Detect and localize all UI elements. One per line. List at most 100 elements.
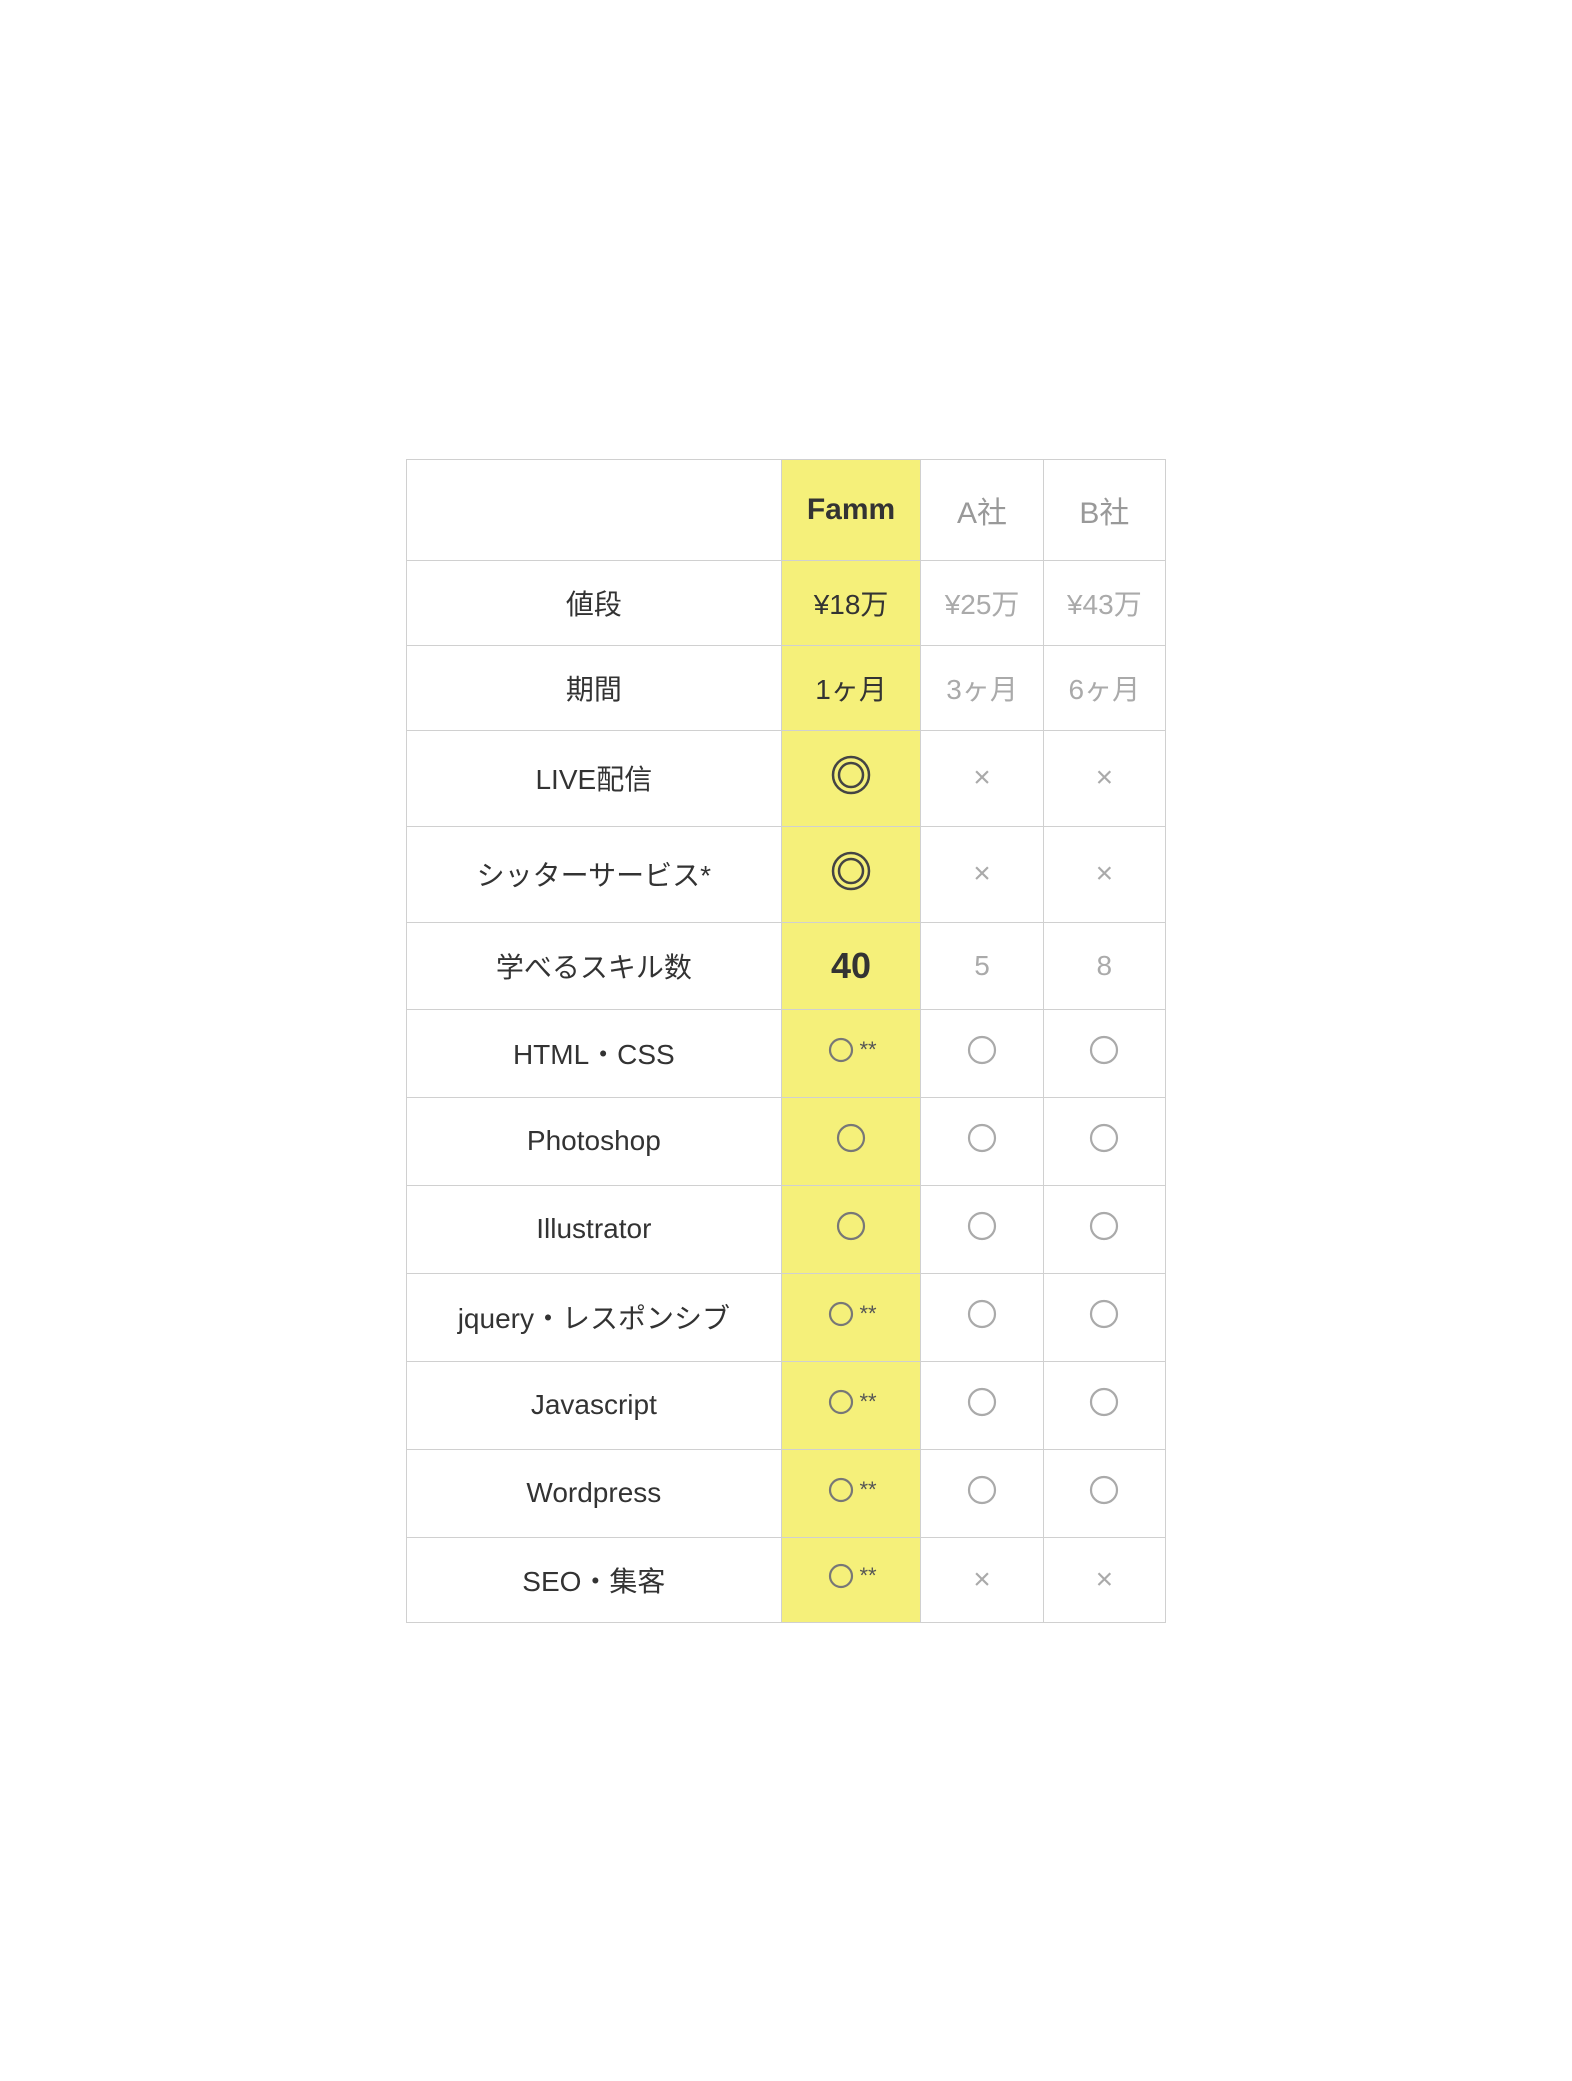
circle-stars-icon: ** (825, 1560, 876, 1592)
other-text-value: 3ヶ月 (946, 674, 1018, 705)
cross-icon: × (1096, 1563, 1114, 1596)
table-row: Photoshop (407, 1097, 1166, 1185)
col-a-cell (921, 1361, 1043, 1449)
famm-text-value: 1ヶ月 (815, 674, 887, 705)
table-row: Javascript ** (407, 1361, 1166, 1449)
circle-stars-icon: ** (825, 1034, 876, 1066)
double-circle-icon (829, 849, 873, 893)
table-row: LIVE配信 × × (407, 730, 1166, 826)
table-row: 学べるスキル数 40 5 8 (407, 922, 1166, 1009)
circle-stars-icon: ** (825, 1298, 876, 1330)
cross-icon: × (973, 1563, 991, 1596)
table-row: 値段 ¥18万 ¥25万 ¥43万 (407, 560, 1166, 645)
other-text-value: 8 (1097, 950, 1113, 981)
other-text-value: 6ヶ月 (1069, 674, 1141, 705)
header-famm: Famm (781, 459, 921, 560)
comparison-table-wrapper: Famm A社 B社 値段¥18万¥25万¥43万期間1ヶ月3ヶ月6ヶ月LIVE… (406, 459, 1166, 1623)
col-b-cell (1043, 1185, 1165, 1273)
row-label: Wordpress (407, 1449, 782, 1537)
circle-icon (964, 1219, 1000, 1250)
row-label: 値段 (407, 560, 782, 645)
row-label: HTML・CSS (407, 1009, 782, 1097)
col-a-cell (921, 1273, 1043, 1361)
other-text-value: ¥43万 (1067, 589, 1142, 620)
famm-cell: ** (781, 1449, 921, 1537)
circle-icon (964, 1043, 1000, 1074)
circle-stars-icon: ** (825, 1474, 876, 1506)
col-b-cell: ¥43万 (1043, 560, 1165, 645)
col-a-cell: 5 (921, 922, 1043, 1009)
cross-icon: × (973, 761, 991, 794)
cross-icon: × (973, 857, 991, 890)
circle-icon (964, 1483, 1000, 1514)
row-label: Illustrator (407, 1185, 782, 1273)
famm-cell: 40 (781, 922, 921, 1009)
circle-icon (1086, 1483, 1122, 1514)
table-row: Illustrator (407, 1185, 1166, 1273)
famm-cell: ** (781, 1273, 921, 1361)
header-row: Famm A社 B社 (407, 459, 1166, 560)
col-b-cell (1043, 1273, 1165, 1361)
table-row: Wordpress ** (407, 1449, 1166, 1537)
header-col-b: B社 (1043, 459, 1165, 560)
col-b-cell: 6ヶ月 (1043, 645, 1165, 730)
other-text-value: 5 (974, 950, 990, 981)
circle-icon (964, 1395, 1000, 1426)
col-b-cell (1043, 1361, 1165, 1449)
circle-icon (833, 1131, 869, 1162)
row-label: 学べるスキル数 (407, 922, 782, 1009)
cross-icon: × (1096, 857, 1114, 890)
famm-cell: ** (781, 1537, 921, 1622)
circle-icon (964, 1307, 1000, 1338)
circle-icon (964, 1131, 1000, 1162)
circle-icon (1086, 1219, 1122, 1250)
famm-cell: ** (781, 1361, 921, 1449)
comparison-table: Famm A社 B社 値段¥18万¥25万¥43万期間1ヶ月3ヶ月6ヶ月LIVE… (406, 459, 1166, 1623)
col-a-cell: × (921, 1537, 1043, 1622)
circle-icon (1086, 1043, 1122, 1074)
col-b-cell (1043, 1009, 1165, 1097)
row-label: Photoshop (407, 1097, 782, 1185)
famm-bold-value: 40 (831, 945, 871, 986)
col-b-cell: × (1043, 1537, 1165, 1622)
table-row: SEO・集客 ** × × (407, 1537, 1166, 1622)
col-b-cell (1043, 1449, 1165, 1537)
other-text-value: ¥25万 (945, 589, 1020, 620)
col-a-cell (921, 1185, 1043, 1273)
col-a-cell (921, 1097, 1043, 1185)
col-a-cell (921, 1009, 1043, 1097)
row-label: シッターサービス* (407, 826, 782, 922)
col-b-cell: × (1043, 730, 1165, 826)
table-row: HTML・CSS ** (407, 1009, 1166, 1097)
circle-stars-icon: ** (825, 1386, 876, 1418)
famm-text-value: ¥18万 (814, 589, 889, 620)
col-b-cell (1043, 1097, 1165, 1185)
cross-icon: × (1096, 761, 1114, 794)
famm-cell (781, 730, 921, 826)
col-a-cell: 3ヶ月 (921, 645, 1043, 730)
circle-icon (1086, 1131, 1122, 1162)
table-row: jquery・レスポンシブ ** (407, 1273, 1166, 1361)
famm-cell: ¥18万 (781, 560, 921, 645)
row-label: LIVE配信 (407, 730, 782, 826)
double-circle-icon (829, 753, 873, 797)
row-label: Javascript (407, 1361, 782, 1449)
circle-icon (1086, 1307, 1122, 1338)
header-label-col (407, 459, 782, 560)
col-b-cell: × (1043, 826, 1165, 922)
col-a-cell (921, 1449, 1043, 1537)
row-label: SEO・集客 (407, 1537, 782, 1622)
col-a-cell: × (921, 730, 1043, 826)
famm-cell (781, 1097, 921, 1185)
header-col-a: A社 (921, 459, 1043, 560)
table-row: 期間1ヶ月3ヶ月6ヶ月 (407, 645, 1166, 730)
circle-icon (1086, 1395, 1122, 1426)
famm-cell (781, 826, 921, 922)
col-b-cell: 8 (1043, 922, 1165, 1009)
col-a-cell: × (921, 826, 1043, 922)
col-a-cell: ¥25万 (921, 560, 1043, 645)
row-label: jquery・レスポンシブ (407, 1273, 782, 1361)
table-row: シッターサービス* × × (407, 826, 1166, 922)
famm-cell: 1ヶ月 (781, 645, 921, 730)
famm-cell: ** (781, 1009, 921, 1097)
